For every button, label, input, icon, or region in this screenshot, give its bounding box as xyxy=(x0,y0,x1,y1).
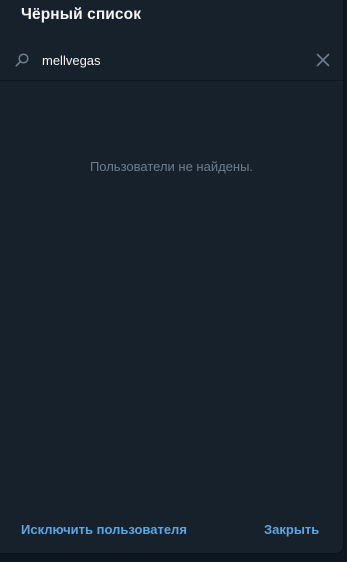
empty-results-message: Пользователи не найдены. xyxy=(89,159,254,174)
blacklist-dialog: Чёрный список Пользователи не найдены. И… xyxy=(0,0,343,553)
close-icon[interactable] xyxy=(314,51,332,69)
exclude-user-button[interactable]: Исключить пользователя xyxy=(21,522,187,537)
search-input[interactable] xyxy=(42,51,282,69)
search-icon xyxy=(14,52,30,68)
close-button[interactable]: Закрыть xyxy=(264,522,319,537)
dialog-title: Чёрный список xyxy=(21,6,142,23)
search-bar xyxy=(0,40,343,81)
